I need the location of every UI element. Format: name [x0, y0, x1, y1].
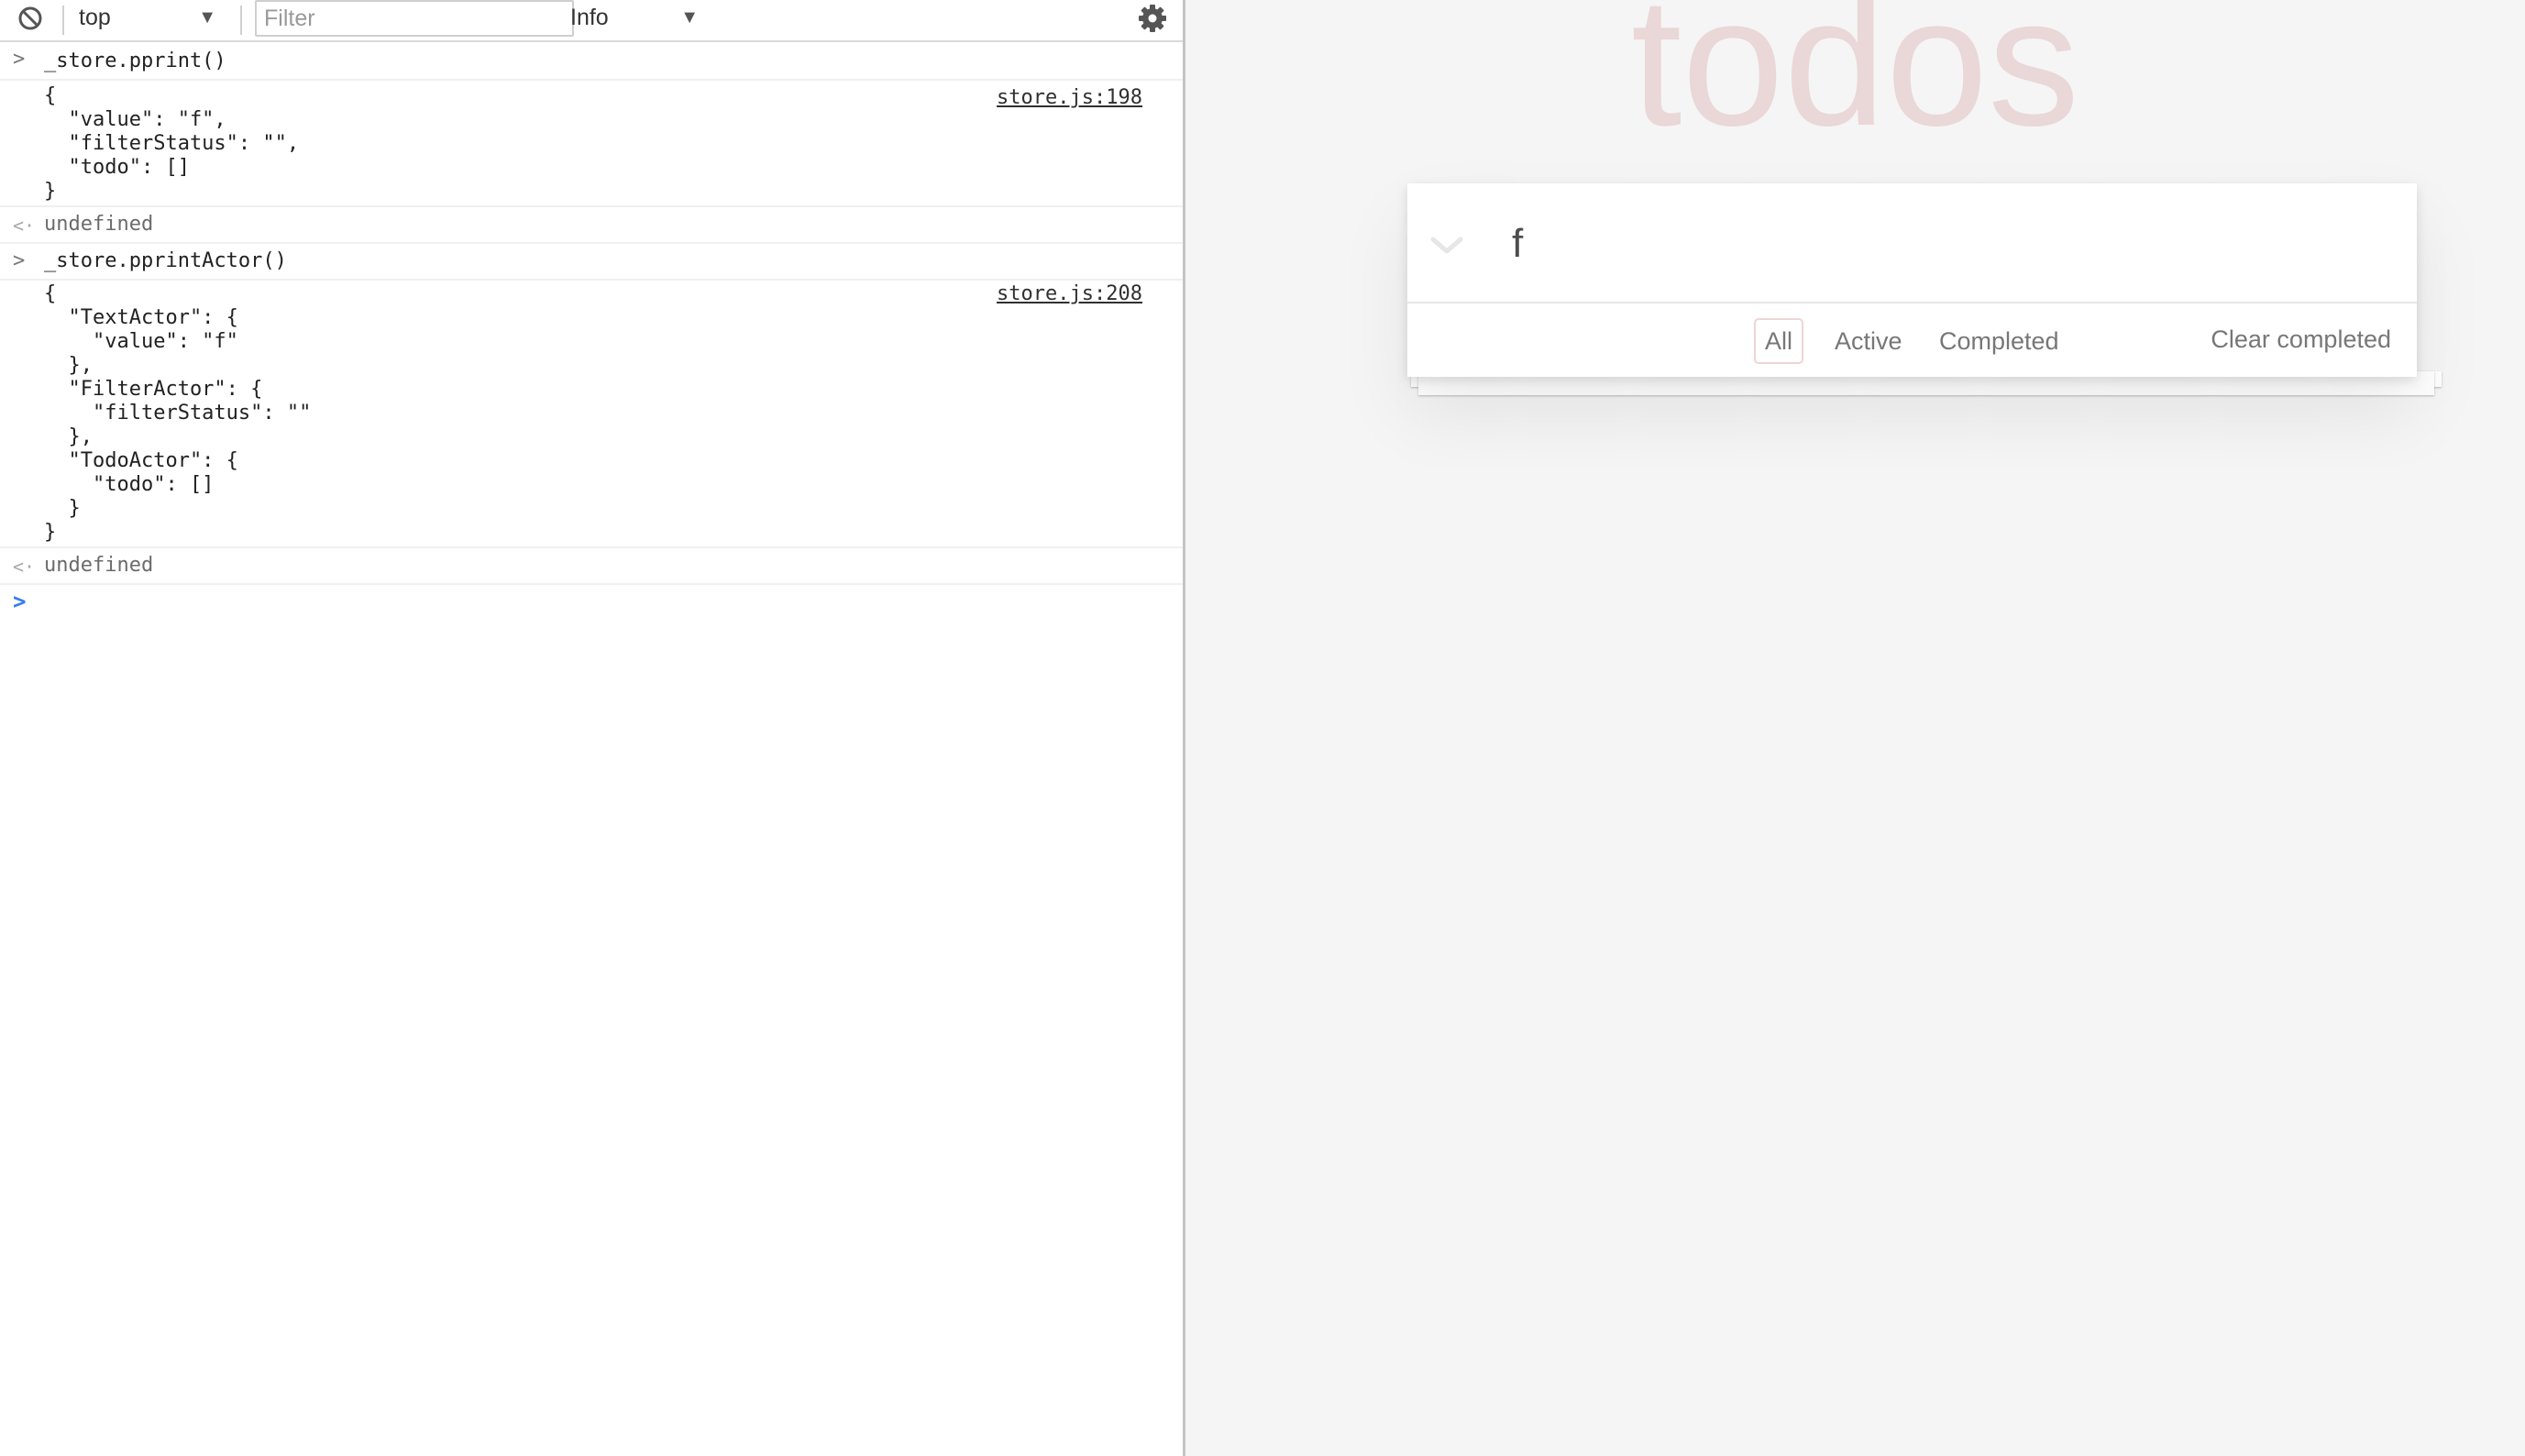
console-result-row: <· undefined [0, 207, 1183, 244]
todo-card: All Active Completed Clear completed [1407, 183, 2417, 377]
toolbar-divider [240, 6, 242, 35]
source-link[interactable]: store.js:198 [997, 86, 1142, 109]
chevron-down-icon: ▼ [198, 7, 216, 28]
console-command-text: _store.pprintActor() [44, 249, 287, 272]
console-toolbar: top ▼ Info ▼ [0, 0, 1183, 42]
toggle-all-chevron-icon[interactable] [1426, 224, 1468, 266]
console-output-text: { "TextActor": { "value": "f" }, "Filter… [44, 282, 312, 544]
chevron-right-icon: > [13, 48, 26, 71]
console-command-row: > _store.pprint() [0, 42, 1183, 81]
source-link[interactable]: store.js:208 [997, 282, 1142, 305]
filter-completed-button[interactable]: Completed [1928, 318, 2070, 364]
return-arrow-icon: <· [13, 215, 36, 237]
console-command-row: > _store.pprintActor() [0, 244, 1183, 281]
console-output-row: { "TextActor": { "value": "f" }, "Filter… [0, 281, 1183, 548]
console-output-text: { "value": "f", "filterStatus": "", "tod… [44, 84, 300, 203]
console-command-text: _store.pprint() [44, 50, 226, 72]
context-value: top [79, 5, 111, 30]
todo-footer: All Active Completed Clear completed [1407, 302, 2417, 379]
chevron-down-icon: ▼ [680, 7, 699, 28]
context-select[interactable]: top ▼ [79, 0, 226, 37]
console-result-text: undefined [44, 554, 154, 577]
clear-console-icon[interactable] [17, 5, 44, 32]
console-filter-input[interactable] [255, 0, 574, 37]
app-title: todos [1630, 0, 2080, 164]
devtools-console-panel: top ▼ Info ▼ > _s [0, 0, 1185, 1456]
console-result-text: undefined [44, 213, 154, 236]
log-level-select[interactable]: Info ▼ [570, 0, 708, 37]
console-output-row: { "value": "f", "filterStatus": "", "tod… [0, 81, 1183, 207]
filter-active-button[interactable]: Active [1824, 318, 1913, 364]
return-arrow-icon: <· [13, 556, 36, 578]
console-input[interactable] [44, 587, 1148, 616]
todo-app: todos All Active Completed Clear complet… [1185, 0, 2525, 1456]
console-prompt-icon: > [13, 589, 27, 614]
gear-icon[interactable] [1137, 3, 1168, 34]
toolbar-divider [62, 6, 64, 35]
log-level-value: Info [570, 5, 609, 30]
new-todo-input[interactable] [1510, 191, 2385, 297]
filter-all-button[interactable]: All [1754, 318, 1804, 364]
clear-completed-button[interactable]: Clear completed [2211, 318, 2391, 360]
console-result-row: <· undefined [0, 548, 1183, 585]
chevron-right-icon: > [13, 249, 26, 272]
